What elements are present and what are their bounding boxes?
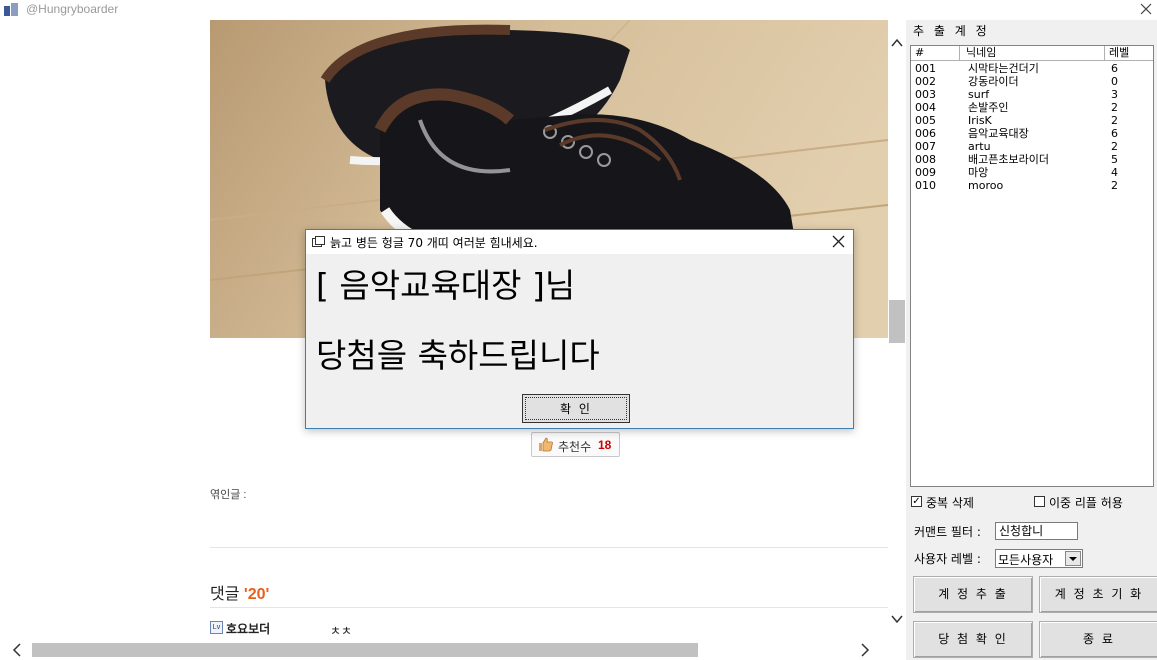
account-level: 2 <box>1111 140 1118 153</box>
comment-filter-label: 커맨트 필터 : <box>914 525 981 539</box>
account-number: 007 <box>915 140 936 153</box>
account-level: 6 <box>1111 62 1118 75</box>
account-level: 5 <box>1111 153 1118 166</box>
account-nickname: 배고픈초보라이더 <box>968 153 1049 166</box>
account-rows: 001 시막타는건더기 6 002 강동라이더 0 003 surf 3 004 손발주인 2 … <box>911 62 1153 192</box>
account-nickname: surf <box>968 88 990 101</box>
comments-count: '20' <box>243 586 270 603</box>
horizontal-scrollbar[interactable] <box>0 640 888 660</box>
exit-button[interactable]: 종 료 <box>1039 621 1157 658</box>
account-nickname: artu <box>968 140 991 153</box>
winner-name-text: [ 음악교육대장 ]님 <box>316 266 576 305</box>
checkmark-icon: ✓ <box>911 496 922 507</box>
column-header-number[interactable]: # <box>911 46 960 61</box>
account-nickname: 손발주인 <box>968 101 1009 114</box>
list-item[interactable]: 002 강동라이더 0 <box>911 75 1153 88</box>
account-level: 4 <box>1111 166 1118 179</box>
column-header-level[interactable]: 레벨 <box>1105 46 1153 61</box>
list-item[interactable]: 008 배고픈초보라이더 5 <box>911 153 1153 166</box>
account-number: 006 <box>915 127 936 140</box>
account-nickname: 시막타는건더기 <box>968 62 1039 75</box>
account-number: 003 <box>915 88 936 101</box>
list-item[interactable]: 001 시막타는건더기 6 <box>911 62 1153 75</box>
account-number: 008 <box>915 153 936 166</box>
extraction-panel: 추 출 계 정 # 닉네임 레벨 001 시막타는건더기 6 002 강동라이더 0 0… <box>906 20 1157 660</box>
extract-accounts-button[interactable]: 계 정 추 출 <box>913 576 1033 613</box>
window-title: @Hungryboarder <box>26 2 119 16</box>
scroll-right-icon[interactable] <box>860 643 870 660</box>
ok-button-label: 확 인 <box>525 397 627 420</box>
scroll-left-icon[interactable] <box>12 643 22 660</box>
panel-title: 추 출 계 정 <box>913 24 990 38</box>
account-list-header: # 닉네임 레벨 <box>911 46 1153 61</box>
account-level: 6 <box>1111 127 1118 140</box>
scroll-up-icon[interactable] <box>891 37 903 51</box>
account-nickname: moroo <box>968 179 1004 192</box>
section-divider <box>210 547 888 548</box>
account-level: 2 <box>1111 179 1118 192</box>
account-level: 0 <box>1111 75 1118 88</box>
comment-filter-input[interactable]: 신청합니 <box>995 522 1078 540</box>
dialog-app-icon <box>312 236 325 251</box>
vertical-scrollbar[interactable] <box>888 20 906 640</box>
empty-checkbox-icon <box>1034 496 1045 507</box>
account-level: 3 <box>1111 88 1118 101</box>
account-number: 010 <box>915 179 936 192</box>
list-item[interactable]: 010 moroo 2 <box>911 179 1153 192</box>
window-close-icon[interactable] <box>1138 1 1154 17</box>
recommend-button[interactable]: 추천수 18 <box>531 432 620 457</box>
column-header-nickname[interactable]: 닉네임 <box>960 46 1105 61</box>
account-number: 009 <box>915 166 936 179</box>
account-list[interactable]: # 닉네임 레벨 001 시막타는건더기 6 002 강동라이더 0 003 surf 3 … <box>910 45 1154 487</box>
comments-heading: 댓글 '20' <box>210 580 269 604</box>
recommend-count: 18 <box>598 438 612 452</box>
vertical-scroll-thumb[interactable] <box>889 300 905 343</box>
account-nickname: 음악교육대장 <box>968 127 1029 140</box>
comment-text: ㅊㅊ <box>330 624 353 638</box>
dialog-title: 늙고 병든 헝글 70 개띠 여러분 힘내세요. <box>330 236 538 250</box>
congratulations-text: 당첨을 축하드립니다 <box>316 336 600 375</box>
list-item[interactable]: 003 surf 3 <box>911 88 1153 101</box>
account-number: 004 <box>915 101 936 114</box>
list-item[interactable]: 005 IrisK 2 <box>911 114 1153 127</box>
comments-label: 댓글 <box>210 586 240 603</box>
user-level-label: 사용자 레벨 : <box>914 552 981 566</box>
linked-posts-label: 엮인글 : <box>210 489 247 501</box>
user-level-icon: Lv <box>210 621 223 634</box>
account-nickname: 강동라이더 <box>968 75 1019 88</box>
account-number: 005 <box>915 114 936 127</box>
dialog-close-icon[interactable] <box>832 235 845 251</box>
dedupe-label: 중복 삭제 <box>926 496 974 510</box>
winner-dialog: 늙고 병든 헝글 70 개띠 여러분 힘내세요. [ 음악교육대장 ]님 당첨을… <box>305 229 854 429</box>
app-icon <box>4 3 18 16</box>
scroll-down-icon[interactable] <box>891 613 903 627</box>
list-item[interactable]: 007 artu 2 <box>911 140 1153 153</box>
recommend-label: 추천수 <box>558 440 592 454</box>
dropdown-arrow-icon[interactable] <box>1065 551 1081 566</box>
user-level-select[interactable]: 모든사용자 <box>995 549 1083 568</box>
thumbs-up-icon <box>538 437 554 455</box>
account-nickname: 마앙 <box>968 166 989 179</box>
horizontal-scroll-thumb[interactable] <box>32 643 698 657</box>
list-item[interactable]: 004 손발주인 2 <box>911 101 1153 114</box>
account-number: 002 <box>915 75 936 88</box>
double-reply-label: 이중 리플 허용 <box>1049 496 1123 510</box>
confirm-winner-button[interactable]: 당 첨 확 인 <box>913 621 1033 658</box>
account-nickname: IrisK <box>968 114 992 127</box>
dialog-titlebar: 늙고 병든 헝글 70 개띠 여러분 힘내세요. <box>306 230 853 254</box>
list-item[interactable]: 009 마앙 4 <box>911 166 1153 179</box>
list-item[interactable]: 006 음악교육대장 6 <box>911 127 1153 140</box>
user-level-value: 모든사용자 <box>998 553 1054 567</box>
window-titlebar: @Hungryboarder <box>0 0 1157 20</box>
ok-button[interactable]: 확 인 <box>522 394 630 423</box>
account-level: 2 <box>1111 101 1118 114</box>
comment-author[interactable]: 호요보더 <box>226 620 270 637</box>
account-level: 2 <box>1111 114 1118 127</box>
account-number: 001 <box>915 62 936 75</box>
reset-accounts-button[interactable]: 계 정 초 기 화 <box>1039 576 1157 613</box>
comments-divider <box>210 607 888 608</box>
